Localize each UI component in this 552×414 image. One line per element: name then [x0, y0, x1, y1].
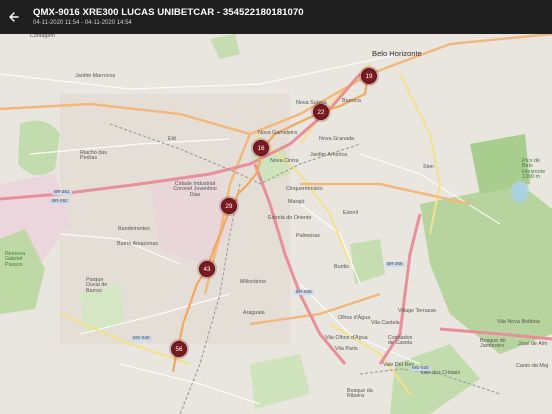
place-label: Contagem [30, 34, 55, 39]
place-label: Parque Duval de Barros [86, 277, 108, 294]
place-label: Belo Horizonte [372, 49, 422, 58]
place-label: Barroca [342, 98, 361, 104]
place-label: Vila Paris [335, 346, 358, 352]
road-shield: BR-262 [50, 198, 70, 204]
map-canvas [0, 34, 552, 414]
place-label: Olhos d'Água [338, 315, 371, 321]
place-label: Milionários [240, 279, 266, 285]
road-shield: BR-381 [52, 189, 72, 195]
back-button[interactable] [2, 0, 26, 34]
place-label: Palmeiras [296, 233, 320, 239]
route-stop-marker[interactable]: 19 [361, 68, 377, 84]
place-label: Vila Nova Betânia [497, 319, 540, 325]
arrow-left-icon [9, 12, 19, 22]
road-shield: MG-030 [410, 365, 431, 371]
place-label: Pico de Belo Horizonte 1390 m [522, 158, 546, 181]
place-label: Araguaia [243, 310, 265, 316]
place-label: Reserva Gabriel Passos [5, 251, 26, 268]
route-stop-marker[interactable]: 29 [221, 198, 237, 214]
place-label: Cidade Industrial Coronel Juventino Dias [173, 181, 217, 198]
road-shield: BR-356 [385, 261, 405, 267]
place-label: Condados de Casela [387, 335, 413, 347]
place-label: Bosque do Jambreiro [480, 338, 506, 350]
place-label: Nova Cintra [270, 158, 299, 164]
app-bar: QMX-9016 XRE300 LUCAS UNIBETCAR - 354522… [0, 0, 552, 34]
date-range: 04-11-2020 11:54 - 04-11-2020 14:54 [33, 19, 132, 26]
road-shield: BR-040 [294, 289, 314, 295]
map-view[interactable]: Contagem Jardim Marrocos Riacho das Pedr… [0, 34, 552, 414]
route-stop-marker[interactable]: 56 [171, 341, 187, 357]
place-label: Eld [168, 136, 176, 142]
place-label: Canto da Maj [516, 363, 549, 369]
place-label: Estrela do Oriente [268, 215, 312, 221]
place-label: Village Terrasse [398, 308, 437, 314]
place-label: Vila Castela [371, 320, 400, 326]
place-label: Riacho das Pedras [80, 150, 107, 162]
route-stop-marker[interactable]: 43 [199, 261, 215, 277]
place-label: Vila Olhos d'Água [325, 335, 368, 341]
place-label: José de Alm [518, 341, 548, 347]
place-label: Nova Gameleira [258, 130, 297, 136]
place-label: Sion [423, 164, 434, 170]
place-label: Vale dos Cristais [420, 370, 461, 376]
route-stop-marker[interactable]: 22 [313, 104, 329, 120]
place-label: Cinquentenário [286, 186, 323, 192]
place-label: Nova Granada [319, 136, 355, 142]
place-label: Jardim América [310, 152, 348, 158]
place-label: Estoril [343, 210, 358, 216]
place-label: Jardim Marrocos [75, 73, 116, 79]
place-label: Bosque da Ribeira [347, 388, 373, 400]
page-title: QMX-9016 XRE300 LUCAS UNIBETCAR - 354522… [33, 7, 304, 19]
route-stop-marker[interactable]: 16 [253, 140, 269, 156]
place-label: Marajó [288, 199, 305, 205]
place-label: Bairro Amazonas [117, 241, 159, 247]
place-label: Bandeirantes [118, 226, 150, 232]
place-label: Buritis [334, 264, 349, 270]
road-shield: MG-040 [131, 335, 152, 341]
